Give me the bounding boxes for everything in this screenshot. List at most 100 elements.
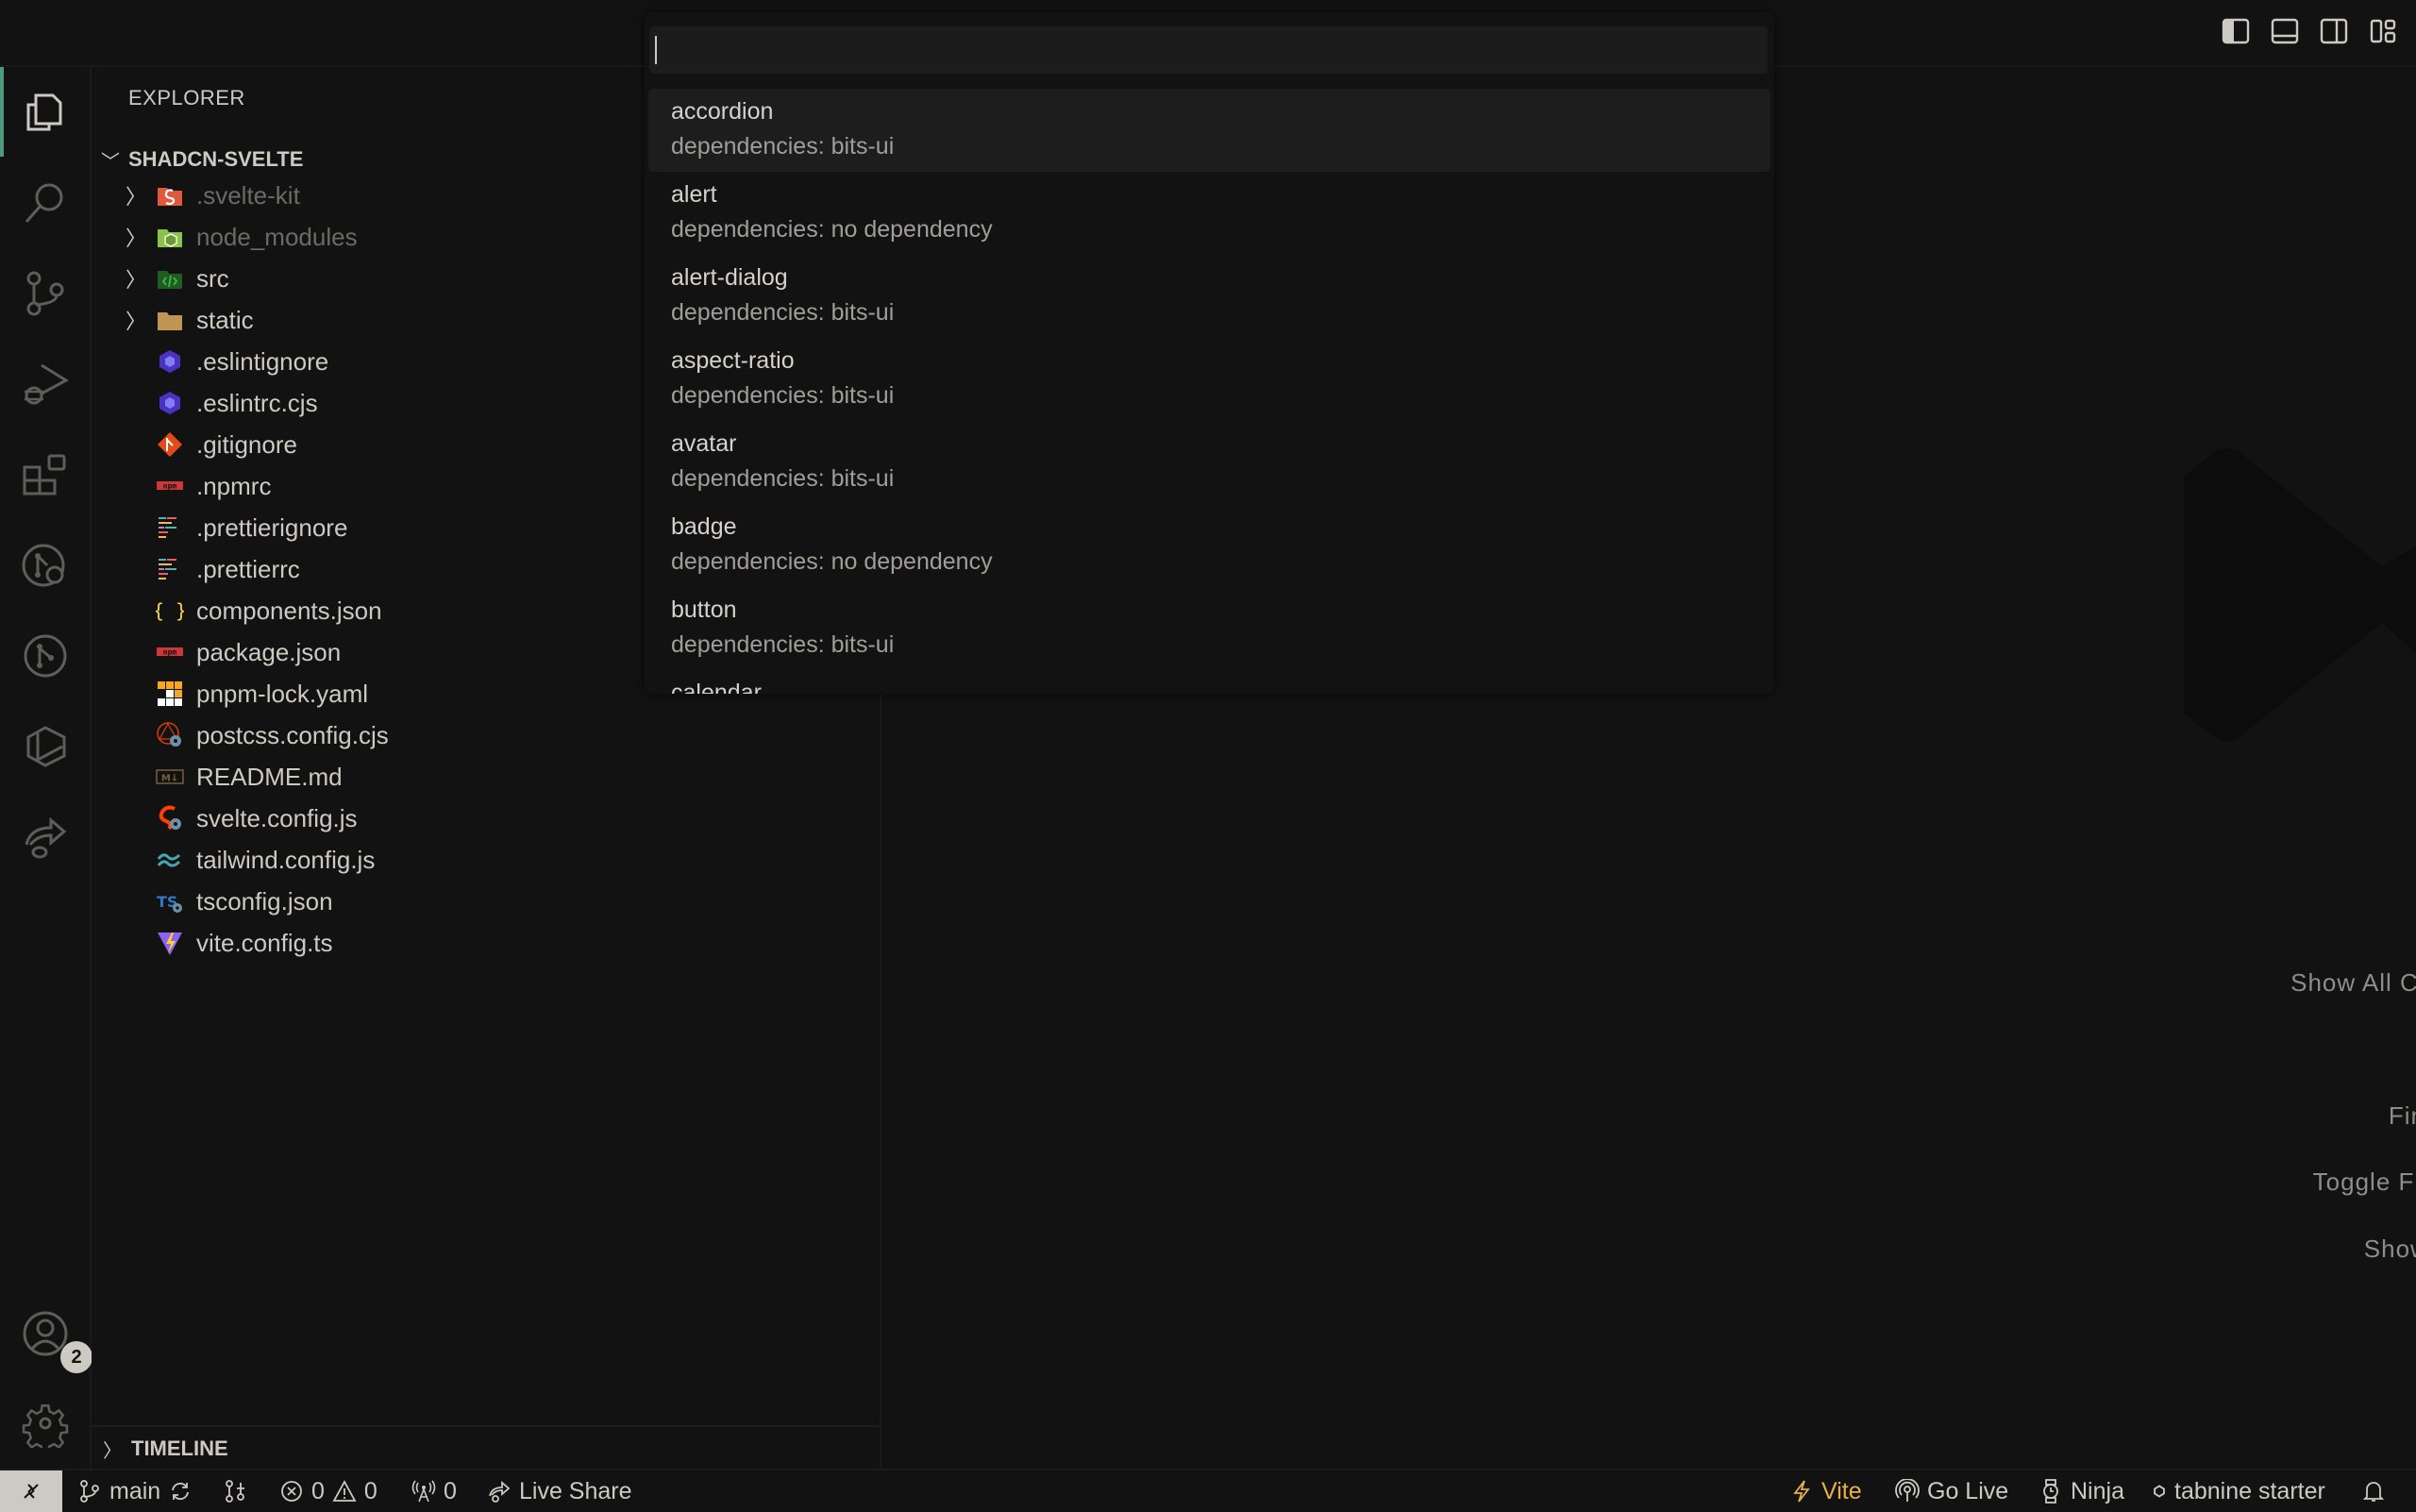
activity-search[interactable]: [21, 178, 70, 227]
quick-pick-item-label: avatar: [671, 430, 737, 457]
quick-pick-item-description: dependencies: no dependency: [671, 548, 993, 575]
activity-gitlens-inspect[interactable]: [21, 541, 70, 590]
tree-item-label: .eslintrc.cjs: [196, 388, 318, 417]
activity-remote-explorer[interactable]: [21, 722, 70, 771]
quick-pick-list: accordion dependencies: bits-ui alert depen…: [648, 89, 1770, 694]
activity-run-debug[interactable]: [21, 360, 70, 409]
text-caret: [655, 36, 657, 64]
chevron-down-icon: ﹀: [101, 151, 120, 173]
quick-pick-item[interactable]: alert dependencies: no dependency: [648, 172, 1770, 255]
quick-pick-item[interactable]: button dependencies: bits-ui: [648, 587, 1770, 670]
toggle-secondary-sidebar-icon[interactable]: [2320, 17, 2348, 45]
activity-gitlens[interactable]: [21, 631, 70, 680]
tree-file[interactable]: M↓ README.md: [92, 756, 880, 798]
activity-source-control[interactable]: [21, 269, 70, 318]
tree-file[interactable]: tailwind.config.js: [92, 839, 880, 881]
quick-pick-item[interactable]: accordion dependencies: bits-ui: [648, 89, 1770, 172]
quick-pick: accordion dependencies: bits-ui alert depen…: [645, 12, 1774, 694]
tree-file[interactable]: svelte.config.js: [92, 798, 880, 839]
timeline-section[interactable]: 〉 TIMELINE: [92, 1425, 880, 1470]
activity-explorer[interactable]: [21, 88, 70, 137]
quick-pick-item-label: calendar: [671, 680, 762, 694]
problems-status[interactable]: 0 0: [279, 1470, 378, 1512]
tree-item-label: postcss.config.cjs: [196, 720, 389, 749]
tree-item-label: .svelte-kit: [196, 180, 300, 210]
tree-item-label: tailwind.config.js: [196, 845, 376, 874]
quick-pick-item-description: dependencies: no dependency: [671, 216, 993, 243]
git-branch-icon: [80, 1480, 99, 1503]
go-live-status[interactable]: Go Live: [1895, 1470, 2008, 1512]
broadcast-icon: [1895, 1479, 1920, 1502]
shortcut-hint: Show All Commands⇧⌘P: [2203, 949, 2416, 1016]
quick-pick-item-description: dependencies: bits-ui: [671, 382, 895, 409]
tree-item-label: vite.config.ts: [196, 928, 333, 957]
quick-pick-item[interactable]: alert-dialog dependencies: bits-ui: [648, 255, 1770, 338]
gitlens-status[interactable]: [223, 1470, 247, 1512]
lightning-icon: [1793, 1480, 1810, 1503]
vite-label: Vite: [1821, 1477, 1862, 1504]
quick-pick-item[interactable]: badge dependencies: no dependency: [648, 504, 1770, 587]
shortcut-name: Toggle Full Screen: [2312, 1168, 2416, 1197]
npm-icon: npm: [156, 638, 184, 666]
quick-pick-item[interactable]: calendar: [648, 670, 1770, 694]
remote-icon: [24, 1484, 39, 1499]
tree-item-label: svelte.config.js: [196, 803, 358, 832]
live-share-status[interactable]: Live Share: [487, 1470, 632, 1512]
vite-status[interactable]: Vite: [1789, 1470, 1862, 1512]
tree-item-label: static: [196, 305, 254, 334]
tree-file[interactable]: TS tsconfig.json: [92, 881, 880, 922]
notifications-button[interactable]: [2361, 1470, 2386, 1512]
ninja-status[interactable]: Ninja: [2038, 1470, 2124, 1512]
vite-icon: [156, 929, 184, 957]
eslint-icon: [156, 389, 184, 417]
markdown-icon: M↓: [156, 763, 184, 791]
activity-accounts[interactable]: 2: [21, 1309, 92, 1373]
sidebar-title: EXPLORER: [128, 86, 245, 109]
tabnine-status[interactable]: tabnine starter: [2152, 1470, 2325, 1512]
ports-count: 0: [444, 1477, 457, 1504]
quick-pick-input[interactable]: [649, 26, 1768, 74]
activity-live-share[interactable]: [21, 813, 70, 862]
shortcut-name: Find in Files: [2388, 1100, 2416, 1130]
activity-extensions[interactable]: [21, 450, 70, 499]
toggle-panel-icon[interactable]: [2271, 17, 2299, 45]
node-folder-icon: [156, 223, 184, 251]
branch-status[interactable]: main: [77, 1470, 193, 1512]
extensions-icon: [23, 454, 66, 496]
gear-icon: [22, 1404, 69, 1453]
quick-pick-item[interactable]: aspect-ratio dependencies: bits-ui: [648, 338, 1770, 421]
error-icon: [281, 1481, 302, 1502]
json-icon: { }: [156, 596, 184, 625]
git-compare-icon: [226, 1480, 244, 1503]
chevron-right-icon: 〉: [126, 185, 147, 209]
error-count: 0: [311, 1477, 325, 1504]
layout-controls: [2222, 17, 2397, 45]
remote-indicator[interactable]: [0, 1470, 62, 1512]
eslint-icon: [156, 347, 184, 376]
quick-pick-item-label: badge: [671, 513, 737, 540]
vscode-watermark-icon: [2184, 448, 2416, 741]
tree-item-label: .npmrc: [196, 471, 272, 500]
sync-icon[interactable]: [168, 1479, 193, 1504]
status-bar: main 0 0 0 Live Share Vite Go Live Ninja…: [0, 1469, 2416, 1512]
quick-pick-item-label: button: [671, 596, 737, 623]
shortcut-hint: Go to File⌘P: [2203, 1016, 2416, 1084]
activity-manage[interactable]: [21, 1399, 70, 1453]
tree-file[interactable]: vite.config.ts: [92, 922, 880, 964]
svg-text:npm: npm: [163, 648, 177, 657]
tree-item-label: package.json: [196, 637, 342, 666]
toggle-primary-sidebar-icon[interactable]: [2222, 17, 2250, 45]
postcss-icon: [156, 721, 184, 749]
ports-status[interactable]: 0: [411, 1470, 457, 1512]
tree-item-label: .prettierignore: [196, 512, 348, 542]
chevron-right-icon: 〉: [126, 227, 147, 250]
quick-pick-item[interactable]: avatar dependencies: bits-ui: [648, 421, 1770, 504]
customize-layout-icon[interactable]: [2369, 17, 2397, 45]
accounts-badge: 2: [60, 1341, 92, 1373]
prettier-icon: [156, 555, 184, 583]
folder-icon: [156, 306, 184, 334]
bell-icon: [2362, 1482, 2385, 1502]
svg-text:{ }: { }: [156, 599, 184, 622]
tree-file[interactable]: postcss.config.cjs: [92, 714, 880, 756]
warning-icon: [332, 1480, 357, 1502]
